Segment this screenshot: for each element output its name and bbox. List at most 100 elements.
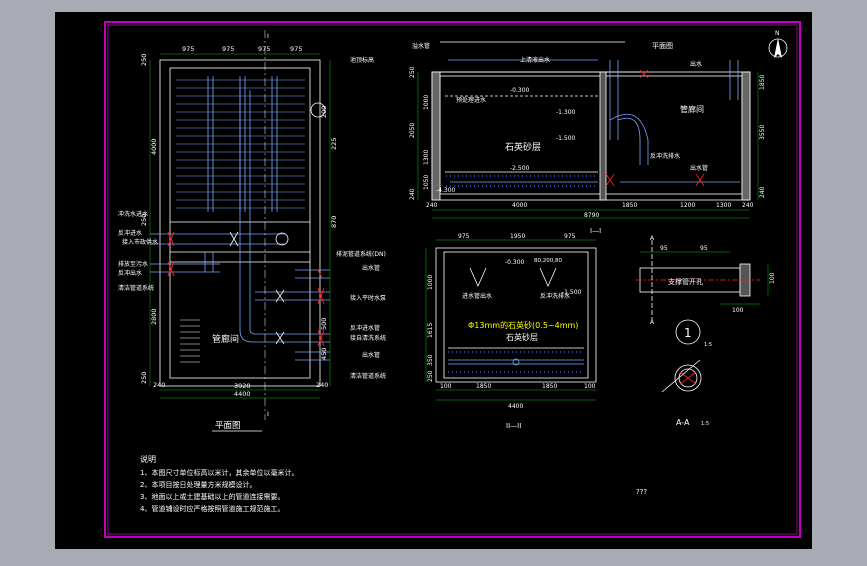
detail-a-dim-4: 100 [732, 307, 744, 314]
plan-right-dim-2: 225 [330, 138, 338, 150]
notes-item-1: 1、本图尺寸单位标高以米计，其余单位以毫米计。 [140, 468, 298, 477]
section-1-level-1: -0.300 [510, 87, 530, 94]
plan-right-label-4: 反冲进水管 [350, 324, 380, 332]
plan-right-label-5: 接自清洗系统 [350, 334, 386, 342]
section-1-level-3: -1.500 [556, 135, 576, 142]
plan-left-label-6: 清洁管道系统 [118, 284, 154, 292]
section-2-bottom-dim-1: 100 [440, 383, 452, 390]
section-1-right-dim-2: 3550 [759, 125, 766, 140]
plan-left-dim-5: 2800 [150, 308, 158, 325]
plan-right-dim-1: 200 [320, 106, 328, 118]
section-1-bottom-dim-3: 1850 [622, 202, 637, 209]
section-1-left-dim-2: 2050 [409, 123, 416, 138]
section-2-label-2: 反冲洗排水 [540, 292, 570, 300]
detail-a-dim-1: 95 [660, 245, 668, 252]
section-1-overall-width: 8790 [584, 212, 599, 219]
detail-a-label: 支撑管开孔 [668, 277, 703, 286]
section-2-bottom-dim-4: 100 [584, 383, 596, 390]
detail-aa-scale: 1:5 [701, 421, 709, 427]
section-2-left-dim-2: 1615 [427, 323, 434, 338]
section-1-bottom-dim-4: 1200 [680, 202, 695, 209]
plan-right-dim-3: 500 [320, 318, 328, 330]
plan-top-dim-4: 975 [290, 45, 302, 53]
plan-left-label-3: 反冲进水 [118, 229, 142, 237]
section-1-level-4: -2.500 [510, 165, 530, 172]
section-1-label-2: 预处理进水 [456, 96, 486, 104]
section-1-top-label: 溢水管 [412, 42, 430, 50]
section-1-bottom-dim-1: 240 [426, 202, 438, 209]
plan-left-dim-1: 250 [140, 54, 148, 66]
section-1-right-dim-3: 240 [759, 186, 766, 198]
plan-elevation-tag: 池顶标高 [350, 56, 374, 64]
plan-top-dim-2: 975 [222, 45, 234, 53]
plan-right-label-6: 清洁管道系统 [350, 372, 386, 380]
plan-left-dim-2: 4000 [150, 138, 158, 155]
cad-viewport: 975 975 975 975 I I 240 3920 240 4400 25… [0, 0, 867, 562]
section-1-bottom-dim-2: 4000 [512, 202, 527, 209]
section-2-bottom-dim-3: 1850 [542, 383, 557, 390]
section-2-label-1: 进水管出水 [462, 292, 492, 300]
section-2-media-label: Φ13mm的石英砂(0.5~4mm) [468, 320, 578, 330]
section-1-top-label-2: 平面图 [652, 42, 673, 50]
plan-left-label-5: 反冲出水 [118, 269, 142, 277]
section-2-top-dim-1: 975 [458, 233, 470, 240]
north-arrow-label: N [775, 30, 780, 37]
plan-left-dim-4: 870 [330, 216, 338, 228]
plan-bottom-dim-2: 3920 [234, 382, 251, 390]
section-1-left-wall-hatch [431, 71, 441, 201]
plan-right-label-2: 出水管 [362, 264, 380, 272]
plan-section-mark-bottom: I [267, 410, 269, 418]
section-1-left-dim-1: 250 [409, 66, 416, 78]
plan-overall-width: 4400 [234, 390, 251, 398]
detail-callout-number: 1 [684, 326, 692, 340]
detail-aa-label: A-A [676, 418, 690, 427]
section-1-corridor-label: 管廊间 [680, 104, 704, 114]
plan-room-label: 管廊间 [212, 333, 239, 345]
detail-a-dim-2: 95 [700, 245, 708, 252]
section-2-overall-width: 4400 [508, 403, 523, 410]
section-2-title: II—II [506, 422, 521, 430]
unknown-text: ??? [636, 488, 647, 496]
section-1-right-dim-1: 1850 [759, 75, 766, 90]
plan-left-label-2: 接入市政供水 [122, 238, 158, 246]
section-1-title: I—I [590, 227, 601, 235]
plan-left-label-1: 冲洗水进水 [118, 210, 148, 218]
section-2-left-dim-3: 350 [427, 354, 434, 366]
notes-title: 说明 [140, 454, 156, 464]
plan-left-dim-6: 250 [140, 372, 148, 384]
section-2-top-dim-2: 1950 [510, 233, 525, 240]
section-1-bottom-dim-6: 240 [742, 202, 754, 209]
section-1-level-5: -4.300 [436, 187, 456, 194]
detail-callout-scale: 1:5 [704, 342, 712, 348]
plan-left-label-4: 排放至污水 [118, 260, 148, 268]
plan-top-dim-1: 975 [182, 45, 194, 53]
section-1-right-wall-hatch [741, 71, 751, 201]
section-2-sand-label: 石英砂层 [506, 332, 538, 342]
section-1-mid-wall-hatch [599, 71, 607, 201]
plan-bottom-dim-3: 240 [316, 381, 328, 389]
section-1-bottom-dim-5: 1300 [716, 202, 731, 209]
plan-right-label-7: 出水管 [362, 351, 380, 359]
section-1-left-dim-3: 1000 [423, 95, 430, 110]
section-2-top-dim-3: 975 [564, 233, 576, 240]
plan-right-label-1: 排泥管道系统(DN) [336, 250, 386, 258]
plan-top-dim-3: 975 [258, 45, 270, 53]
section-1-label-1: 上清液出水 [520, 56, 550, 64]
section-1-label-5: 出水管 [690, 164, 708, 172]
notes-item-2: 2、本项目按日处理量方米规模设计。 [140, 480, 256, 489]
plan-right-label-3: 接入平时水泵 [350, 294, 386, 302]
section-1-left-dim-6: 240 [409, 188, 416, 200]
section-2-left-dim-1: 1000 [427, 275, 434, 290]
section-1-level-2: -1.300 [556, 109, 576, 116]
section-1-label-3: 反冲洗排水 [650, 152, 680, 160]
plan-bottom-dim-1: 240 [153, 381, 165, 389]
notes-item-3: 3、地面以上或土建基础以上的管道连接需要。 [140, 492, 284, 501]
notes-item-4: 4、管道铺设时应严格按照管道施工规范施工。 [140, 504, 284, 513]
section-2-left-dim-4: 250 [427, 370, 434, 382]
plan-right-dim-4: 450 [320, 348, 328, 360]
section-1-left-dim-4: 1300 [423, 150, 430, 165]
section-1-label-4: 出水 [690, 60, 702, 68]
section-1-sand-label: 石英砂层 [505, 141, 541, 153]
section-2-bottom-dim-2: 1850 [476, 383, 491, 390]
section-1-left-dim-5: 1050 [423, 175, 430, 190]
